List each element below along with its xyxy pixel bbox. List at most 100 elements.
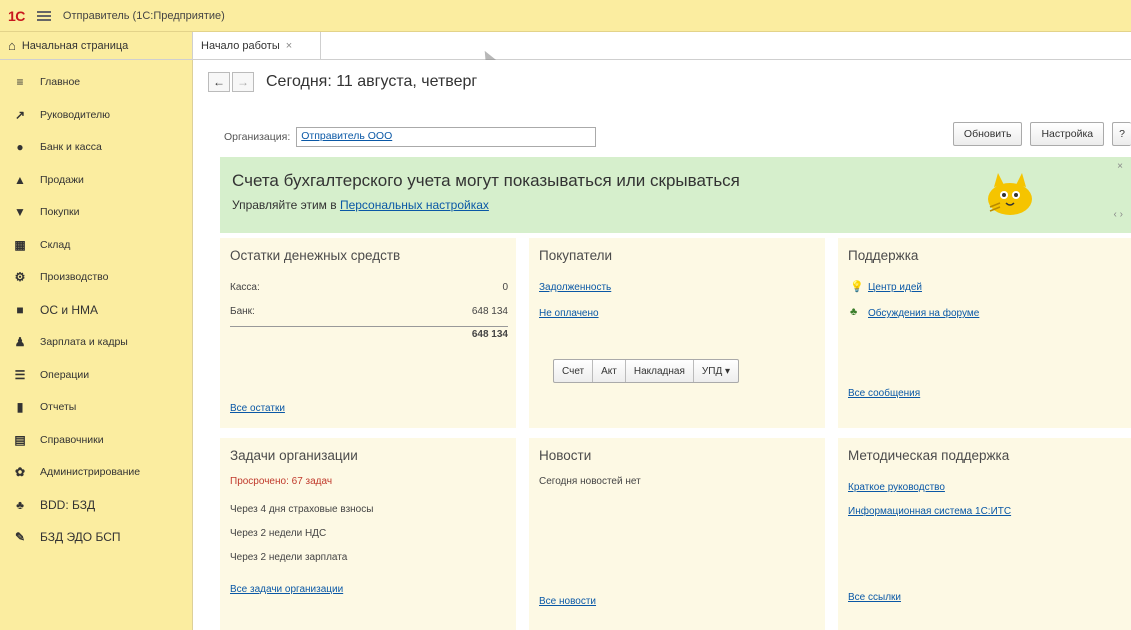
cart-icon: ▼: [14, 205, 26, 220]
warehouse-icon: ▦: [14, 237, 26, 252]
waybill-button[interactable]: Накладная: [626, 360, 694, 382]
sidebar-item-warehouse[interactable]: ▦ Склад: [0, 229, 192, 262]
main-content: ← → Сегодня: 11 августа, четверг Организ…: [194, 60, 1131, 630]
settings-button[interactable]: Настройка: [1030, 122, 1105, 146]
banner-title: Счета бухгалтерского учета могут показыв…: [232, 171, 740, 190]
person-icon: ♟: [14, 335, 26, 350]
sidebar-item-operations[interactable]: ☰ Операции: [0, 359, 192, 392]
sidebar: ≡ Главное ↗ Руководителю ● Банк и касса ▲ Пр…: [0, 60, 193, 630]
bank-label: Банк:: [230, 306, 255, 317]
banner-sub-prefix: Управляйте этим в: [232, 198, 340, 212]
org-row: Организация: Отправитель ООО: [224, 127, 597, 147]
its-link[interactable]: Информационная система 1С:ИТС: [848, 506, 1011, 517]
tab-start-label: Начало работы: [201, 39, 280, 52]
sidebar-item-label: BDD: БЗД: [40, 497, 96, 512]
tasks-panel: Задачи организации Просрочено: 67 задач …: [220, 438, 516, 630]
sidebar-item-sales[interactable]: ▲ Продажи: [0, 164, 192, 197]
close-tab-icon[interactable]: ×: [286, 40, 292, 52]
top-buttons: Обновить Настройка ?: [945, 122, 1131, 146]
task-item: Через 4 дня страховые взносы: [230, 504, 374, 515]
sidebar-item-salary[interactable]: ♟ Зарплата и кадры: [0, 326, 192, 359]
all-messages-link[interactable]: Все сообщения: [848, 388, 920, 399]
home-icon: ⌂: [8, 38, 16, 53]
buyers-title: Покупатели: [539, 248, 613, 263]
sidebar-item-label: Главное: [40, 76, 81, 89]
coin-icon: ●: [16, 140, 24, 155]
list-icon: ≡: [16, 75, 24, 90]
gear-icon: ✿: [14, 465, 26, 480]
sidebar-item-bdd[interactable]: ♣ BDD: БЗД: [0, 489, 192, 522]
cash-label: Касса:: [230, 282, 260, 293]
chart-icon: ▮: [16, 400, 24, 415]
sidebar-item-label: Зарплата и кадры: [40, 336, 128, 349]
factory-icon: ⚙: [14, 270, 26, 285]
forum-icon: ♣: [850, 306, 858, 318]
sidebar-item-label: Отчеты: [40, 401, 77, 414]
org-label: Организация:: [224, 131, 291, 143]
refresh-button[interactable]: Обновить: [952, 122, 1023, 146]
sidebar-item-label: Покупки: [40, 206, 80, 219]
help-button[interactable]: ?: [1112, 122, 1131, 146]
debt-link[interactable]: Задолженность: [539, 282, 611, 293]
task-item: Через 2 недели зарплата: [230, 552, 348, 563]
quick-guide-link[interactable]: Краткое руководство: [848, 482, 945, 493]
overdue-text: Просрочено: 67 задач: [230, 476, 333, 487]
title-bar: 1С Отправитель (1С:Предприятие): [0, 0, 1131, 32]
sidebar-item-manager[interactable]: ↗ Руководителю: [0, 99, 192, 132]
forum-link[interactable]: Обсуждения на форуме: [868, 308, 979, 319]
tab-start[interactable]: Начало работы ×: [193, 32, 321, 59]
banner-subtitle: Управляйте этим в Персональных настройка…: [232, 198, 489, 212]
sidebar-item-reports[interactable]: ▮ Отчеты: [0, 391, 192, 424]
upd-dropdown-button[interactable]: УПД ▾: [694, 360, 738, 382]
unpaid-link[interactable]: Не оплачено: [539, 308, 599, 319]
methodical-title: Методическая поддержка: [848, 448, 1010, 463]
cat-mascot-icon: [988, 173, 1032, 215]
truck-icon: ■: [16, 302, 24, 317]
sidebar-item-label: Администрирование: [40, 466, 141, 479]
sidebar-item-label: Производство: [40, 271, 109, 284]
sidebar-item-bank[interactable]: ● Банк и касса: [0, 131, 192, 164]
all-tasks-link[interactable]: Все задачи организации: [230, 584, 343, 595]
support-panel: Поддержка 💡 Центр идей ♣ Обсуждения на ф…: [838, 238, 1131, 428]
sidebar-item-label: Банк и касса: [40, 141, 102, 154]
sidebar-item-admin[interactable]: ✿ Администрирование: [0, 456, 192, 489]
personal-settings-link[interactable]: Персональных настройках: [340, 198, 489, 212]
sidebar-item-purchases[interactable]: ▼ Покупки: [0, 196, 192, 229]
bank-value: 648 134: [471, 306, 508, 317]
sidebar-item-label: Справочники: [40, 433, 104, 446]
support-title: Поддержка: [848, 248, 919, 263]
sidebar-item-assets[interactable]: ■ ОС и НМА: [0, 294, 192, 327]
ideas-center-link[interactable]: Центр идей: [868, 282, 922, 293]
act-button[interactable]: Акт: [593, 360, 626, 382]
org-field[interactable]: Отправитель ООО: [296, 127, 597, 147]
sidebar-item-label: Склад: [40, 238, 71, 251]
methodical-panel: Методическая поддержка Краткое руководст…: [838, 438, 1131, 630]
invoice-button[interactable]: Счет: [554, 360, 594, 382]
news-title: Новости: [539, 448, 592, 463]
cash-title: Остатки денежных средств: [230, 248, 401, 263]
sidebar-item-edo[interactable]: ✎ БЗД ЭДО БСП: [0, 521, 192, 554]
sidebar-item-catalogs[interactable]: ▤ Справочники: [0, 424, 192, 457]
cash-total: 648 134: [471, 329, 508, 340]
sidebar-item-label: Операции: [40, 368, 90, 381]
lightbulb-icon: 💡: [850, 281, 864, 293]
all-news-link[interactable]: Все новости: [539, 596, 596, 607]
sidebar-item-production[interactable]: ⚙ Производство: [0, 261, 192, 294]
menu-icon[interactable]: [36, 10, 51, 21]
all-balances-link[interactable]: Все остатки: [230, 403, 285, 414]
tab-bar: ⌂ Начальная страница Начало работы ×: [0, 32, 1131, 60]
back-button[interactable]: ←: [208, 72, 230, 92]
forward-button[interactable]: →: [232, 72, 254, 92]
buyers-panel: Покупатели Задолженность Не оплачено Сче…: [529, 238, 825, 428]
news-text: Сегодня новостей нет: [539, 476, 641, 487]
tab-home[interactable]: ⌂ Начальная страница: [0, 32, 193, 59]
task-item: Через 2 недели НДС: [230, 528, 327, 539]
banner-nav-arrows[interactable]: ‹ ›: [1114, 209, 1123, 220]
all-links-link[interactable]: Все ссылки: [848, 592, 901, 603]
tasks-title: Задачи организации: [230, 448, 358, 463]
nav-row: ← → Сегодня: 11 августа, четверг: [208, 72, 477, 92]
close-icon[interactable]: ×: [1117, 161, 1123, 172]
sidebar-item-main[interactable]: ≡ Главное: [0, 66, 192, 99]
window-title: Отправитель (1С:Предприятие): [62, 9, 225, 22]
bag-icon: ▲: [14, 172, 26, 187]
